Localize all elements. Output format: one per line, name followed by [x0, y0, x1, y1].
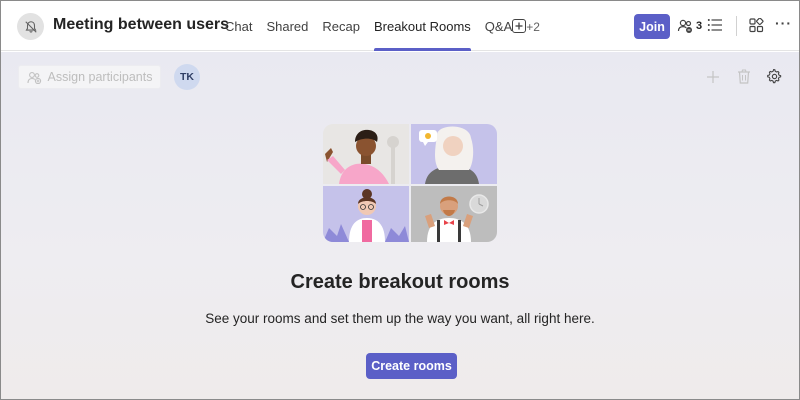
avatar[interactable]: TK: [174, 64, 200, 90]
assign-participants-button[interactable]: Assign participants: [18, 65, 161, 89]
breakout-rooms-panel: Assign participants TK Create breakout r…: [1, 52, 799, 399]
assign-participants-label: Assign participants: [47, 70, 153, 84]
add-icon[interactable]: [706, 70, 720, 89]
people-icon: [677, 19, 692, 33]
meeting-title: Meeting between users: [53, 16, 230, 33]
participants-button[interactable]: 3: [677, 17, 702, 35]
list-icon[interactable]: [707, 18, 723, 37]
meeting-header: Meeting between users Chat Shared Recap …: [1, 1, 799, 51]
tab-recap[interactable]: Recap: [322, 1, 360, 51]
bell-off-icon: [17, 13, 44, 40]
gear-icon[interactable]: [767, 68, 782, 89]
people-add-icon: [26, 71, 41, 84]
more-tabs-button[interactable]: +2: [526, 1, 540, 51]
tab-chat[interactable]: Chat: [225, 1, 252, 51]
trash-icon[interactable]: [737, 69, 751, 89]
participant-count: 3: [696, 20, 703, 32]
tab-bar: Chat Shared Recap Breakout Rooms Q&A +2: [225, 1, 554, 51]
more-icon[interactable]: ···: [775, 15, 792, 31]
apps-icon[interactable]: [749, 17, 764, 38]
join-button[interactable]: Join: [634, 14, 670, 39]
tab-qna[interactable]: Q&A: [485, 1, 512, 51]
tab-shared[interactable]: Shared: [266, 1, 308, 51]
header-divider: [736, 16, 737, 36]
plus-box-icon[interactable]: [512, 19, 526, 33]
app-window: Meeting between users Chat Shared Recap …: [0, 0, 800, 400]
empty-state-description: See your rooms and set them up the way y…: [205, 311, 595, 326]
tab-breakout-rooms[interactable]: Breakout Rooms: [373, 1, 471, 51]
create-rooms-button[interactable]: Create rooms: [366, 353, 457, 379]
empty-state-title: Create breakout rooms: [290, 271, 510, 293]
breakout-rooms-illustration: [323, 124, 497, 242]
